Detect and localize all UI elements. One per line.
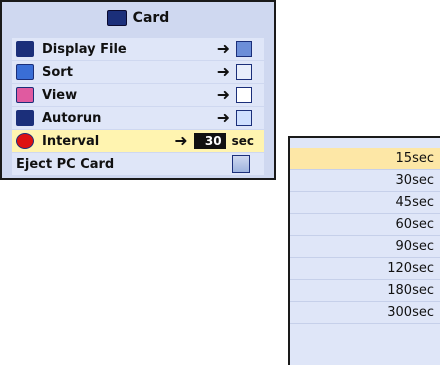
menu-item-label: Eject PC Card (16, 156, 115, 172)
menu-item-display-file[interactable]: Display File ➜ (12, 38, 264, 60)
card-menu-panel: Card Display File ➜ Sort ➜ View ➜ Autoru… (0, 0, 276, 180)
arrow-right-icon: ➜ (216, 85, 230, 104)
autorun-icon (16, 110, 34, 126)
dropdown-option[interactable]: 90sec (290, 236, 440, 258)
interval-value[interactable]: 30 (193, 133, 226, 149)
card-icon (106, 10, 127, 26)
folder-icon (16, 41, 34, 57)
menu-item-label: Autorun (42, 110, 102, 126)
dropdown-option[interactable]: 15sec (290, 148, 440, 170)
pc-card-icon (232, 155, 250, 173)
list-icon (236, 87, 252, 103)
menu-title-label: Card (132, 10, 170, 26)
sort-icon (16, 64, 34, 80)
dropdown-option[interactable]: 300sec (290, 302, 440, 324)
menu-item-label: Sort (42, 64, 73, 80)
dropdown-option[interactable]: 45sec (290, 192, 440, 214)
menu-item-label: Display File (42, 41, 127, 57)
dropdown-top-padding (290, 138, 440, 148)
menu-item-interval[interactable]: Interval ➜ 30 sec (12, 130, 264, 152)
interval-dropdown: 15sec 30sec 45sec 60sec 90sec 120sec 180… (288, 136, 440, 365)
menu-title: Card (2, 2, 274, 34)
arrow-right-icon: ➜ (216, 39, 230, 58)
arrow-right-icon: ➜ (216, 108, 230, 127)
view-icon (16, 87, 34, 103)
dropdown-option[interactable]: 60sec (290, 214, 440, 236)
dropdown-option[interactable]: 120sec (290, 258, 440, 280)
dropdown-option[interactable]: 180sec (290, 280, 440, 302)
menu-item-eject-pc-card[interactable]: Eject PC Card (12, 153, 264, 175)
menu-item-label: View (42, 87, 78, 103)
menu-item-sort[interactable]: Sort ➜ (12, 61, 264, 83)
interval-icon (16, 133, 34, 149)
arrow-right-icon: ➜ (174, 131, 188, 150)
menu-item-autorun[interactable]: Autorun ➜ (12, 107, 264, 129)
abc-sort-icon (236, 64, 252, 80)
arrow-right-icon: ➜ (216, 62, 230, 81)
autorun-sub-icon (236, 110, 252, 126)
menu-item-label: Interval (42, 133, 100, 149)
dropdown-option[interactable]: 30sec (290, 170, 440, 192)
interval-unit: sec (231, 134, 254, 148)
menu-item-view[interactable]: View ➜ (12, 84, 264, 106)
menu-rows: Display File ➜ Sort ➜ View ➜ Autorun ➜ I… (12, 38, 264, 176)
grid-icon (236, 41, 252, 57)
